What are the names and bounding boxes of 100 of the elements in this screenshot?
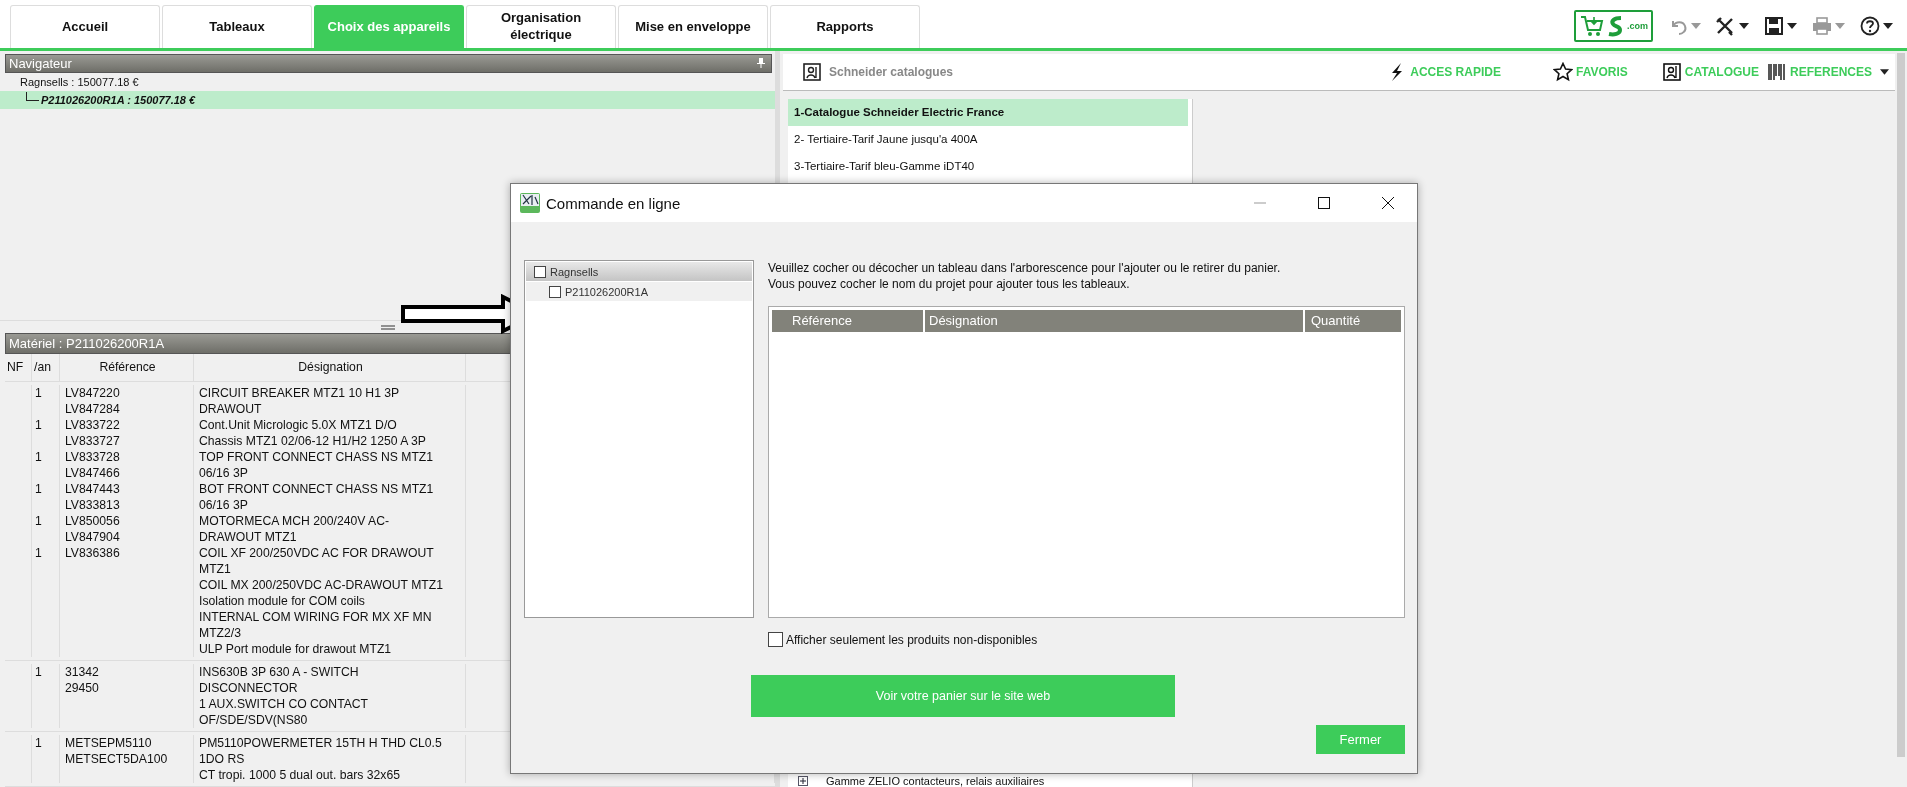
column-header[interactable]: Référence [60, 354, 194, 381]
table-cell: ULP Port module for drawout MTZ1 [199, 642, 392, 656]
table-cell: 1 [35, 546, 42, 560]
caret-icon[interactable] [1880, 69, 1889, 75]
table-cell: LV847904 [65, 530, 120, 544]
table-cell: TOP FRONT CONNECT CHASS NS MTZ1 [199, 450, 434, 464]
table-cell: DRAWOUT [199, 402, 262, 416]
table-cell: MOTORMECA MCH 200/240V AC- [199, 514, 390, 528]
table-cell: MTZ1 [199, 562, 231, 576]
barcode-icon [1767, 62, 1787, 82]
pin-icon[interactable] [757, 58, 765, 69]
table-cell: 1DO RS [199, 752, 245, 766]
table-cell: LV850056 [65, 514, 120, 528]
tab[interactable]: Mise en enveloppe [618, 5, 768, 48]
table-cell: COIL XF 200/250VDC AC FOR DRAWOUT [199, 546, 434, 560]
caret-icon [1739, 23, 1749, 29]
table-cell: METSECT5DA100 [65, 752, 168, 766]
cart-logo[interactable]: .com [1574, 10, 1653, 42]
checkbox-label[interactable]: Afficher seulement les produits non-disponibles [786, 632, 1038, 647]
star-icon [1552, 62, 1573, 82]
instruction-text: Vous pouvez cocher le nom du projet pour ajouter tous les tableaux. [768, 276, 1131, 292]
panel-title: Matériel : P211026200R1A [9, 335, 165, 351]
table-cell: 1 [35, 450, 42, 464]
table-cell: 1 [35, 482, 42, 496]
tree-item[interactable]: Gamme ZELIO contacteurs, relais auxiliaires [826, 775, 1045, 787]
table-cell: MTZ2/3 [199, 626, 241, 640]
caret-icon [1691, 23, 1701, 29]
table-cell: LV847220 [65, 386, 120, 400]
table-cell: INS630B 3P 630 A - SWITCH [199, 665, 359, 679]
table-cell: 1 [35, 736, 42, 750]
table-cell: LV836386 [65, 546, 120, 560]
caret-icon [1883, 23, 1893, 29]
close-icon [1382, 197, 1394, 209]
table-cell: CT tropi. 1000 5 dual out. bars 32x65 [199, 768, 400, 782]
save-icon [1763, 16, 1785, 36]
column-header[interactable]: Référence [772, 310, 923, 332]
table-cell: 1 [35, 418, 42, 432]
tree-item[interactable]: Ragnsells [550, 265, 599, 278]
table-cell: LV833722 [65, 418, 120, 432]
tree-item[interactable]: Ragnsells : 150077.18 € [0, 72, 775, 91]
printer-icon [1811, 16, 1833, 36]
table-cell: COIL MX 200/250VDC AC-DRAWOUT MTZ1 [199, 578, 444, 592]
table-cell: BOT FRONT CONNECT CHASS NS MTZ1 [199, 482, 434, 496]
table-cell: DRAWOUT MTZ1 [199, 530, 297, 544]
cart-icon [1579, 14, 1605, 38]
logo-text: .com [1627, 21, 1648, 31]
tab[interactable]: Organisation électrique [466, 5, 616, 48]
table-cell: 06/16 3P [199, 466, 248, 480]
expand-icon[interactable] [798, 776, 808, 786]
caret-icon [1835, 23, 1845, 29]
column-header[interactable]: Quantité [1305, 310, 1401, 332]
checkbox[interactable] [534, 265, 546, 278]
checkbox[interactable] [768, 632, 783, 647]
app-icon [520, 193, 540, 213]
table-cell: LV847466 [65, 466, 120, 480]
table-cell: PM5110POWERMETER 15TH H THD CL0.5 [199, 736, 442, 750]
table-cell: LV847443 [65, 482, 120, 496]
table-cell: LV847284 [65, 402, 120, 416]
table-cell: LV833813 [65, 498, 120, 512]
table-cell: Isolation module for COM coils [199, 594, 365, 608]
table-cell: DISCONNECTOR [199, 681, 298, 695]
catalog-toolbar-title: Schneider catalogues [829, 65, 954, 79]
save-menu-button[interactable] [1763, 16, 1797, 36]
catalog-list-item[interactable]: 3-Tertiaire-Tarif bleu-Gamme iDT40 [788, 153, 1188, 180]
maximize-icon [1318, 197, 1330, 209]
table-cell: CIRCUIT BREAKER MTZ1 10 H1 3P [199, 386, 400, 400]
tools-menu-button[interactable] [1715, 16, 1749, 36]
catalog-icon [1661, 62, 1682, 82]
tree-item[interactable]: P211026200R1A : 150077.18 € [0, 90, 775, 109]
splitter-handle-icon[interactable] [380, 324, 395, 330]
table-cell: LV833728 [65, 450, 120, 464]
catalog-list-item[interactable]: 1-Catalogue Schneider Electric France [788, 99, 1188, 126]
help-icon [1859, 16, 1881, 36]
table-cell: Cont.Unit Micrologic 5.0X MTZ1 D/O [199, 418, 397, 432]
catalog-icon [803, 63, 821, 81]
table-cell: LV833727 [65, 434, 120, 448]
table-cell: 1 [35, 665, 42, 679]
scrollbar[interactable] [1897, 53, 1905, 757]
table-cell: 29450 [65, 681, 99, 695]
instruction-text: Veuillez cocher ou décocher un tableau dans l'arborescence pour l'ajouter ou le retirer du panier. [768, 260, 1282, 276]
table-cell: 06/16 3P [199, 498, 248, 512]
tab[interactable]: Accueil [10, 5, 160, 48]
tab[interactable]: Rapports [770, 5, 920, 48]
panel-title: Navigateur [9, 55, 72, 71]
dialog-title: Commande en ligne [546, 194, 681, 212]
column-header[interactable]: Désignation [925, 310, 1303, 332]
table-cell: METSEPM5110 [65, 736, 152, 750]
table-cell: INTERNAL COM WIRING FOR MX XF MN [199, 610, 432, 624]
column-header[interactable]: NF [5, 354, 32, 381]
column-header[interactable]: /an [32, 354, 60, 381]
table-cell: 1 AUX.SWITCH CO CONTACT [199, 697, 369, 711]
tab[interactable]: Tableaux [162, 5, 312, 48]
help-menu-button[interactable] [1859, 16, 1893, 36]
table-cell: 1 [35, 514, 42, 528]
column-header[interactable]: Désignation [194, 354, 466, 381]
table-cell: 31342 [65, 665, 99, 679]
caret-icon [1787, 23, 1797, 29]
catalog-list-item[interactable]: 2- Tertiaire-Tarif Jaune jusqu'a 400A [788, 126, 1188, 153]
checkbox[interactable] [549, 285, 561, 298]
table-cell: 1 [35, 386, 42, 400]
